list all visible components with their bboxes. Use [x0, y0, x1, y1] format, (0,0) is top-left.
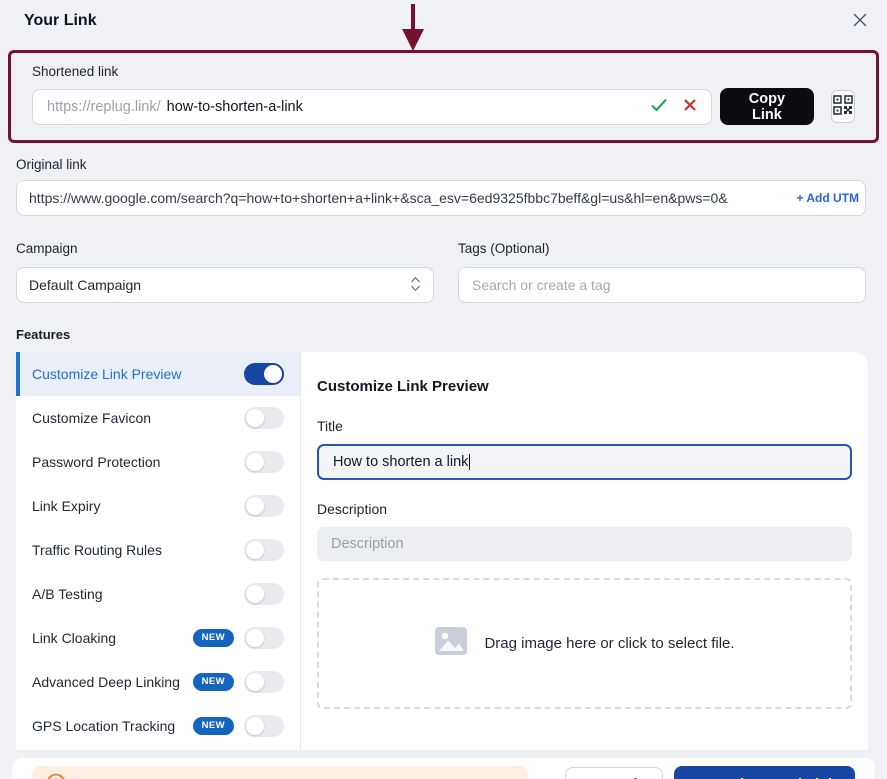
- shortened-link-input[interactable]: https://replug.link/ how-to-shorten-a-li…: [32, 88, 712, 125]
- shortened-link-label: Shortened link: [32, 64, 119, 79]
- slug-clear-button[interactable]: [683, 98, 697, 115]
- original-link-input[interactable]: https://www.google.com/search?q=how+to+s…: [16, 180, 866, 216]
- customize-link-preview-panel: Customize Link Preview Title How to shor…: [300, 352, 868, 750]
- feature-item-customize-link-preview[interactable]: Customize Link Preview: [16, 352, 300, 396]
- your-link-modal: Your Link Shortened link https://replug.…: [0, 0, 887, 779]
- x-icon: [683, 98, 697, 115]
- advanced-deep-linking-toggle[interactable]: [244, 671, 284, 693]
- save-shortened-link-button[interactable]: Save Shortened Link: [673, 766, 855, 779]
- ab-testing-toggle[interactable]: [244, 583, 284, 605]
- new-badge: NEW: [192, 673, 234, 691]
- traffic-routing-rules-toggle[interactable]: [244, 539, 284, 561]
- select-chevrons-icon: [410, 276, 421, 295]
- dropzone-text: Drag image here or click to select file.: [484, 635, 735, 652]
- annotation-arrow-icon: [399, 4, 427, 52]
- description-input[interactable]: [317, 527, 852, 561]
- feature-item-traffic-routing-rules[interactable]: Traffic Routing Rules: [16, 528, 300, 572]
- close-button[interactable]: [847, 8, 873, 34]
- description-label: Description: [317, 501, 388, 517]
- feature-item-advanced-deep-linking[interactable]: Advanced Deep Linking NEW: [16, 660, 300, 704]
- campaign-label: Campaign: [16, 241, 78, 256]
- features-sidebar: Customize Link Preview Customize Favicon…: [16, 352, 300, 750]
- campaign-selected-value: Default Campaign: [29, 277, 142, 293]
- qr-code-icon: [833, 95, 853, 118]
- new-badge: NEW: [192, 717, 234, 735]
- features-section: Customize Link Preview Customize Favicon…: [16, 352, 868, 750]
- customize-link-preview-toggle[interactable]: [244, 363, 284, 385]
- title-input[interactable]: How to shorten a link: [317, 444, 852, 480]
- feature-item-link-cloaking[interactable]: Link Cloaking NEW: [16, 616, 300, 660]
- original-link-value: https://www.google.com/search?q=how+to+s…: [29, 190, 728, 206]
- original-link-label: Original link: [16, 157, 87, 172]
- gps-location-tracking-toggle[interactable]: [244, 715, 284, 737]
- cancel-button[interactable]: Cancel: [565, 766, 663, 779]
- warning-icon: [46, 773, 66, 779]
- title-value: How to shorten a link: [333, 454, 469, 470]
- add-utm-link[interactable]: + Add UTM: [794, 191, 859, 205]
- link-cloaking-toggle[interactable]: [244, 627, 284, 649]
- campaign-select[interactable]: Default Campaign: [16, 267, 434, 303]
- feature-item-link-expiry[interactable]: Link Expiry: [16, 484, 300, 528]
- close-icon: [852, 12, 868, 31]
- shortened-link-slug: how-to-shorten-a-link: [166, 98, 303, 115]
- copy-link-button[interactable]: Copy Link: [720, 88, 814, 125]
- panel-heading: Customize Link Preview: [317, 378, 489, 395]
- features-section-label: Features: [16, 327, 71, 342]
- image-placeholder-icon: [434, 626, 468, 661]
- tags-label: Tags (Optional): [458, 241, 550, 256]
- feature-item-gps-location-tracking[interactable]: GPS Location Tracking NEW: [16, 704, 300, 748]
- check-icon: [650, 97, 668, 116]
- image-dropzone[interactable]: Drag image here or click to select file.: [317, 578, 852, 709]
- shortened-link-domain-prefix: https://replug.link/: [47, 98, 161, 115]
- feature-item-customize-favicon[interactable]: Customize Favicon: [16, 396, 300, 440]
- modal-header: Your Link: [0, 0, 887, 44]
- customize-favicon-toggle[interactable]: [244, 407, 284, 429]
- unsaved-changes-banner: You have unsaved changes. Don't forget t…: [32, 766, 528, 779]
- text-caret: [469, 454, 471, 470]
- modal-title: Your Link: [24, 12, 97, 29]
- slug-valid-button[interactable]: [650, 97, 668, 116]
- tags-input[interactable]: [458, 267, 866, 303]
- new-badge: NEW: [192, 629, 234, 647]
- shortened-link-highlight-box: Shortened link https://replug.link/ how-…: [8, 50, 879, 143]
- feature-item-ab-testing[interactable]: A/B Testing: [16, 572, 300, 616]
- qr-code-button[interactable]: [830, 90, 855, 123]
- modal-footer: You have unsaved changes. Don't forget t…: [12, 758, 875, 779]
- feature-item-password-protection[interactable]: Password Protection: [16, 440, 300, 484]
- link-expiry-toggle[interactable]: [244, 495, 284, 517]
- title-label: Title: [317, 418, 343, 434]
- password-protection-toggle[interactable]: [244, 451, 284, 473]
